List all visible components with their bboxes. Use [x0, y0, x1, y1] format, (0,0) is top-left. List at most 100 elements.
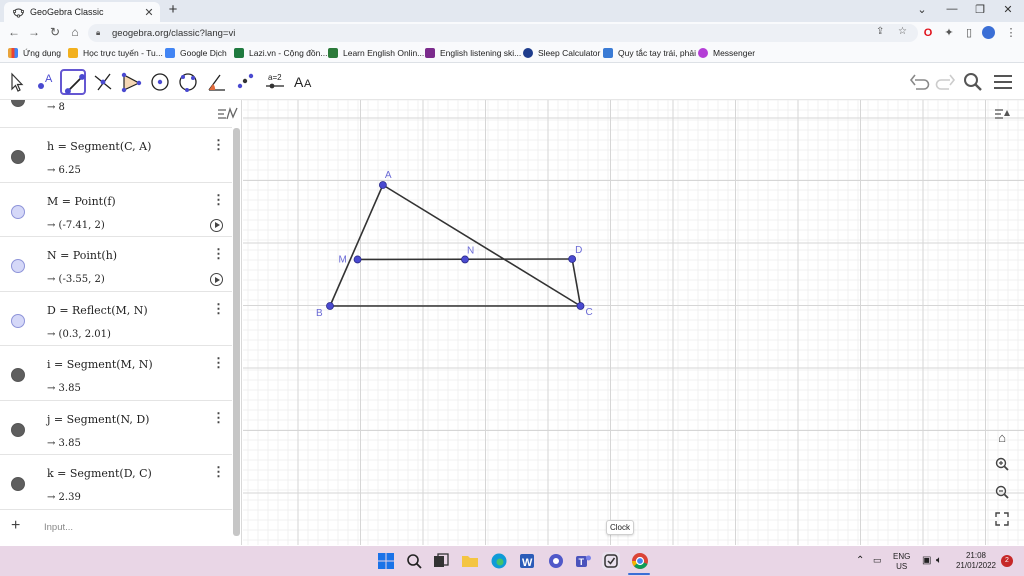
word-icon[interactable]: W — [518, 552, 536, 570]
graphics-style-bar-icon[interactable] — [992, 104, 1012, 124]
clock[interactable]: 21:08 21/01/2022 — [955, 551, 997, 571]
algebra-row[interactable]: N = Point(h) → (-3.55, 2) ⋮ — [0, 237, 232, 292]
bookmark-item[interactable]: Messenger — [698, 48, 755, 58]
circle-center-point-tool-icon[interactable] — [147, 69, 173, 95]
browser-tab[interactable]: GeoGebra Classic ✕ — [4, 2, 160, 22]
more-options-icon[interactable]: ⋮ — [212, 246, 225, 262]
algebra-input-row[interactable]: + Input... — [0, 511, 232, 545]
visibility-toggle[interactable] — [11, 368, 25, 382]
algebra-definition[interactable]: i = Segment(M, N) — [47, 358, 153, 371]
more-options-icon[interactable]: ⋮ — [212, 464, 225, 480]
algebra-row[interactable]: → 8 — [0, 100, 232, 128]
more-options-icon[interactable]: ⋮ — [212, 137, 225, 153]
side-panel-icon[interactable]: ▯ — [962, 26, 976, 40]
notification-badge[interactable]: 2 — [1001, 555, 1013, 567]
algebra-row[interactable]: j = Segment(N, D) → 3.85 ⋮ — [0, 401, 232, 455]
algebra-row[interactable]: i = Segment(M, N) → 3.85 ⋮ — [0, 346, 232, 401]
reload-button[interactable]: ↻ — [47, 25, 63, 39]
point-tool-icon[interactable]: A — [32, 69, 58, 95]
redo-icon[interactable] — [932, 69, 958, 95]
algebra-sort-menu-icon[interactable] — [217, 105, 239, 123]
edge-browser-icon[interactable] — [490, 552, 508, 570]
algebra-scrollbar[interactable] — [233, 128, 240, 536]
keyboard-icon[interactable]: ▭ — [873, 555, 882, 566]
more-options-icon[interactable]: ⋮ — [212, 355, 225, 371]
address-bar[interactable]: 🔒︎ geogebra.org/classic?lang=vi ⇪ ☆ — [88, 24, 918, 42]
point-B[interactable] — [326, 302, 334, 310]
graphics-canvas[interactable]: A B C M N D — [243, 100, 1024, 545]
algebra-row[interactable]: M = Point(f) → (-7.41, 2) ⋮ — [0, 183, 232, 237]
undo-icon[interactable] — [907, 69, 933, 95]
bookmark-item[interactable]: Quy tắc tay trái, phải — [603, 48, 696, 58]
algebra-row[interactable]: D = Reflect(M, N) → (0.3, 2.01) ⋮ — [0, 292, 232, 346]
point-M[interactable] — [353, 255, 362, 264]
visibility-toggle[interactable] — [11, 422, 25, 437]
algebra-definition[interactable]: j = Segment(N, D) — [47, 413, 149, 426]
zoom-out-icon[interactable] — [992, 484, 1012, 504]
bookmark-item[interactable]: Lazi.vn - Cộng đồn... — [234, 48, 327, 58]
language-indicator[interactable]: ENG US — [893, 552, 910, 572]
more-options-icon[interactable]: ⋮ — [212, 192, 225, 208]
bookmark-star-icon[interactable]: ☆ — [898, 26, 907, 37]
minimize-button[interactable]: — — [942, 3, 962, 15]
forward-button[interactable]: → — [26, 25, 42, 39]
teams-chat-icon[interactable] — [547, 552, 565, 570]
chrome-icon[interactable] — [631, 552, 649, 570]
more-options-icon[interactable]: ⋮ — [212, 301, 225, 317]
play-animation-icon[interactable] — [210, 273, 223, 286]
segment-tool-icon[interactable] — [60, 69, 86, 95]
circle-three-points-tool-icon[interactable] — [175, 69, 201, 95]
zoom-in-icon[interactable] — [992, 456, 1012, 476]
extensions-puzzle-icon[interactable]: ✦ — [942, 26, 956, 40]
tab-search-chevron-icon[interactable]: ⌄ — [912, 3, 932, 16]
search-icon[interactable] — [960, 69, 986, 95]
algebra-row[interactable]: k = Segment(D, C) → 2.39 ⋮ — [0, 455, 232, 510]
polygon-tool-icon[interactable] — [118, 69, 144, 95]
algebra-definition[interactable]: k = Segment(D, C) — [47, 467, 152, 480]
bookmark-item[interactable]: Sleep Calculator — [523, 48, 600, 58]
windows-start-icon[interactable] — [377, 552, 395, 570]
angle-tool-icon[interactable] — [204, 69, 230, 95]
algebra-definition[interactable]: M = Point(f) — [47, 195, 116, 208]
clock-app-icon[interactable] — [602, 552, 620, 570]
volume-icon[interactable]: 🔈︎ — [936, 555, 942, 566]
visibility-toggle[interactable] — [11, 150, 25, 164]
bookmark-item[interactable]: Ứng dụng — [8, 48, 61, 58]
algebra-definition[interactable]: N = Point(h) — [47, 249, 117, 262]
opera-extension-icon[interactable]: O — [921, 26, 935, 40]
bookmark-item[interactable]: Google Dịch — [165, 48, 227, 58]
home-button[interactable]: ⌂ — [67, 25, 83, 39]
reflect-tool-icon[interactable] — [232, 69, 258, 95]
play-animation-icon[interactable] — [210, 218, 223, 232]
bookmark-item[interactable]: English listening ski... — [425, 48, 521, 58]
new-tab-button[interactable]: + — [166, 1, 180, 18]
add-icon[interactable]: + — [11, 517, 20, 535]
search-icon[interactable] — [405, 552, 423, 570]
visibility-toggle[interactable] — [11, 100, 25, 107]
point-A[interactable] — [378, 181, 387, 189]
segment-CA[interactable] — [382, 184, 581, 307]
chrome-menu-icon[interactable]: ⋮ — [1004, 26, 1018, 40]
profile-avatar[interactable] — [982, 26, 995, 39]
network-icon[interactable]: ▣ — [922, 555, 931, 566]
visibility-toggle[interactable] — [11, 477, 25, 491]
visibility-toggle[interactable] — [11, 259, 25, 273]
slider-tool-icon[interactable]: a=2 — [262, 69, 288, 95]
bookmark-item[interactable]: Học trực tuyến - Tu... — [68, 48, 163, 58]
algebra-row[interactable]: h = Segment(C, A) → 6.25 ⋮ — [0, 128, 232, 183]
algebra-definition[interactable]: h = Segment(C, A) — [47, 140, 151, 153]
point-C[interactable] — [576, 302, 585, 310]
share-icon[interactable]: ⇪ — [876, 26, 884, 37]
back-button[interactable]: ← — [6, 25, 22, 39]
file-explorer-icon[interactable] — [461, 552, 479, 570]
close-window-button[interactable]: ✕ — [998, 3, 1018, 16]
graphics-view[interactable]: A B C M N D — [243, 100, 1024, 545]
point-N[interactable] — [461, 255, 469, 264]
visibility-toggle[interactable] — [11, 204, 25, 219]
restore-button[interactable]: ❐ — [970, 3, 990, 16]
task-view-icon[interactable] — [432, 552, 450, 570]
text-style-tool-icon[interactable]: AA — [291, 69, 317, 95]
show-hidden-icons-chevron-icon[interactable]: ⌃ — [856, 555, 864, 566]
move-tool-icon[interactable] — [3, 69, 29, 95]
main-menu-icon[interactable] — [990, 69, 1016, 95]
